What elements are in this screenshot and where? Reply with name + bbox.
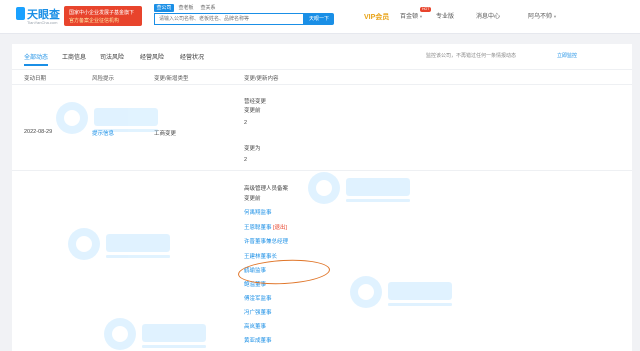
tab-divider — [12, 69, 632, 70]
record-1-line-1: 营经变更 — [244, 99, 267, 105]
record-1-date: 2022-08-29 — [24, 129, 53, 135]
tab-business-info[interactable]: 工商信息 — [62, 52, 86, 61]
column-header-risk: 风险提示 — [92, 76, 115, 82]
column-header-type: 变更/新增类型 — [154, 76, 189, 82]
record-1-risk-link[interactable]: 提示信息 — [92, 129, 114, 137]
record-2-person-10[interactable]: 黄亚成董事 — [244, 336, 272, 344]
record-2-person-1[interactable]: 何禹翔监事 — [244, 208, 272, 216]
row-divider — [12, 170, 632, 171]
active-tab-indicator — [24, 64, 48, 66]
record-1-type: 工商变更 — [154, 131, 177, 137]
promo-banner[interactable]: 国家中小企业发展子基金旗下 官方备案企业征信机构 — [64, 6, 142, 26]
chevron-down-icon: ▼ — [419, 14, 423, 19]
top-bar: 天眼查 TianYanCha.com 国家中小企业发展子基金旗下 官方备案企业征… — [0, 0, 640, 34]
tab-all-updates[interactable]: 全部动态 — [24, 52, 48, 61]
tab-operating-risk[interactable]: 经营风险 — [140, 52, 164, 61]
chevron-down-icon: ▼ — [553, 14, 557, 19]
record-2-person-9[interactable]: 高岚董事 — [244, 322, 266, 330]
monitor-now-link[interactable]: 立即监控 — [557, 52, 577, 59]
record-1-line-5: 2 — [244, 157, 248, 163]
record-1-line-3: 2 — [244, 120, 248, 126]
tianyancha-logo-icon — [16, 7, 25, 20]
search-tab-relation[interactable]: 查关系 — [198, 4, 218, 12]
record-2-person-8[interactable]: 冯广强董事 — [244, 308, 272, 316]
record-1-line-4: 变更为 — [244, 146, 261, 152]
tab-operating-status[interactable]: 经营状况 — [180, 52, 204, 61]
exit-tag: [退出] — [273, 225, 288, 231]
record-2-person-7[interactable]: 傅淦军监事 — [244, 294, 272, 302]
nav-baijindun-label: 百金顿 — [400, 14, 419, 20]
nav-message-center[interactable]: 消息中心 — [476, 12, 500, 22]
search-input[interactable] — [154, 13, 304, 25]
person-2-name: 王恩聪董事 — [244, 225, 274, 231]
monitor-note: 监控该公司，不再错过任何一条情报动态 — [426, 53, 517, 59]
column-header-content: 变更/更新内容 — [244, 76, 279, 82]
nav-user[interactable]: 阿乌不帅▼ — [528, 12, 557, 22]
record-2-person-3[interactable]: 许晋董事兼总经理 — [244, 237, 288, 245]
search-tab-boss[interactable]: 查老板 — [176, 4, 196, 12]
promo-line-1: 国家中小企业发展子基金旗下 — [69, 10, 135, 16]
column-header-date: 变动日期 — [24, 76, 47, 82]
hot-badge: HOT — [420, 7, 432, 12]
user-name: 阿乌不帅 — [528, 14, 553, 20]
header-divider — [12, 84, 632, 85]
change-log-card: 全部动态 工商信息 司法风险 经营风险 经营状况 监控该公司，不再错过任何一条情… — [12, 44, 632, 351]
record-2-line-1: 高级管理人员备案 — [244, 186, 289, 192]
search-tab-company[interactable]: 查公司 — [154, 4, 174, 12]
record-2-line-2: 变更前 — [244, 196, 261, 202]
tab-judicial-risk[interactable]: 司法风险 — [100, 52, 124, 61]
nav-pro-version[interactable]: 专业版 — [436, 12, 454, 22]
annotation-ellipse — [237, 257, 331, 287]
logo-subtext: TianYanCha.com — [27, 20, 58, 25]
promo-line-2: 官方备案企业征信机构 — [69, 18, 120, 24]
vip-link[interactable]: VIP会员 — [364, 12, 389, 22]
search-button[interactable]: 天眼一下 — [304, 13, 334, 25]
site-logo[interactable]: 天眼查 TianYanCha.com — [16, 6, 60, 28]
record-2-person-2[interactable]: 王恩聪董事 [退出] — [244, 223, 287, 231]
record-2-person-4[interactable]: 王建林董事长 — [244, 252, 277, 260]
record-1-line-2: 变更前 — [244, 108, 261, 114]
nav-baijindun[interactable]: 百金顿▼ — [400, 12, 423, 22]
